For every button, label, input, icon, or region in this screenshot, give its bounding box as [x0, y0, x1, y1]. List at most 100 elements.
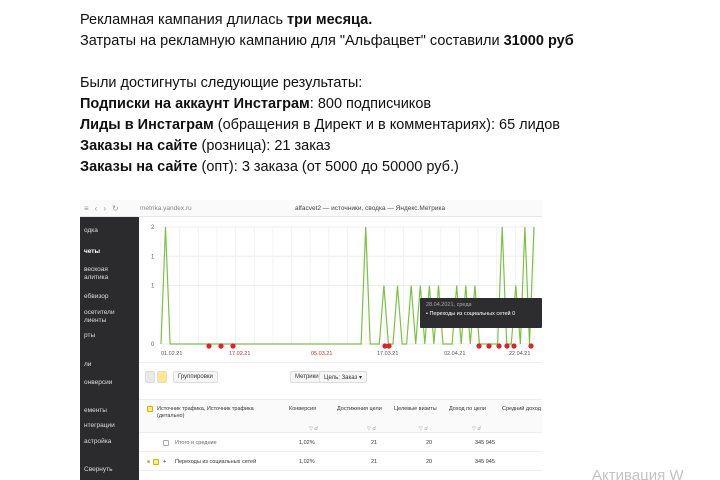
- goal-select[interactable]: Цель: Заказ ▾: [319, 371, 367, 383]
- bold-text: Лиды в Инстаграм: [80, 117, 214, 133]
- line-chart: 2 1 1 0 01.02.21 17.02.21 05.03.21 17.03.21 02.0…: [139, 217, 542, 362]
- event-marker: [218, 343, 224, 349]
- campaign-cost-line: Затраты на рекламную кампанию для "Альфа…: [80, 31, 680, 52]
- sidebar-item-visitors[interactable]: осетители: [84, 309, 115, 316]
- table-row-total: Итого и средние 1,02% 21 20 345 945: [139, 434, 542, 452]
- text: (опт): 3 заказа (от 5000 до 50000 руб.): [197, 159, 459, 175]
- browser-bar: ≡‹›↻ metrika.yandex.ru alfacvet2 — источ…: [80, 200, 542, 217]
- instagram-subscribers-line: Подписки на аккаунт Инстаграм: 800 подпи…: [80, 94, 680, 115]
- event-marker: [386, 343, 392, 349]
- text: : 800 подписчиков: [309, 96, 432, 112]
- col-goal-visits[interactable]: Целевые визиты: [394, 406, 439, 413]
- event-marker: [230, 343, 236, 349]
- cell-label: Итого и средние: [175, 440, 217, 446]
- col-goal-reaches[interactable]: Достижения цели: [337, 406, 382, 413]
- tooltip-date: 28.04.2021, среда: [426, 302, 472, 308]
- metrika-screenshot: ≡‹›↻ metrika.yandex.ru alfacvet2 — источ…: [80, 200, 542, 480]
- sidebar-item-conversions[interactable]: онверсии: [84, 379, 112, 386]
- row-checkbox[interactable]: [163, 440, 169, 446]
- row-checkbox[interactable]: [153, 459, 159, 465]
- document-text: Рекламная кампания длилась три месяца. З…: [80, 10, 680, 178]
- event-marker: [528, 343, 534, 349]
- retail-orders-line: Заказы на сайте (розница): 21 заказ: [80, 136, 680, 157]
- event-marker: [486, 343, 492, 349]
- y-tick-label: 1: [151, 254, 155, 260]
- y-tick-label: 1: [151, 284, 155, 290]
- x-tick-label: 17.02.21: [229, 351, 250, 357]
- bold-text: 31000 руб: [503, 33, 574, 49]
- sidebar-item-webvisor[interactable]: ебвизор: [84, 293, 109, 300]
- event-marker: [511, 343, 517, 349]
- x-tick-label: 05.03.21: [311, 351, 332, 357]
- x-tick-label: 22.04.21: [509, 351, 530, 357]
- event-marker: [504, 343, 510, 349]
- sidebar-item-segments[interactable]: ементы: [84, 407, 107, 414]
- groupings-button[interactable]: Группировки: [173, 371, 218, 383]
- page-title: alfacvet2 — источники, сводка — Яндекс.М…: [295, 205, 446, 212]
- report-table: Группировки Метрики Цель: Заказ ▾ Источн…: [139, 362, 542, 480]
- col-avg-income[interactable]: Средний доход: [502, 406, 542, 413]
- bold-text: Заказы на сайте: [80, 138, 198, 154]
- cell-reaches: 21: [371, 459, 378, 465]
- sidebar-item-settings[interactable]: астройка: [84, 438, 111, 445]
- bold-text: Заказы на сайте: [80, 159, 198, 175]
- instagram-leads-line: Лиды в Инстаграм (обращения в Директ и в…: [80, 115, 680, 136]
- x-tick-label: 17.03.21: [377, 351, 398, 357]
- wholesale-orders-line: Заказы на сайте (опт): 3 заказа (от 5000…: [80, 157, 680, 178]
- sidebar: одка четы вескоая алитика ебвизор осетит…: [80, 217, 139, 480]
- address-bar[interactable]: metrika.yandex.ru: [140, 205, 192, 212]
- sidebar-item-analytics-2: алитика: [84, 274, 109, 281]
- activation-watermark: Активация W: [592, 467, 684, 480]
- filter-icon[interactable]: ▽ ⅆ: [472, 426, 481, 432]
- y-tick-label: 2: [151, 225, 155, 231]
- col-goal-income[interactable]: Доход по цели: [449, 406, 489, 413]
- sidebar-item-clients: лиенты: [84, 317, 107, 324]
- tooltip-series: • Переходы из социальных сетей 0: [426, 311, 536, 317]
- expand-icon[interactable]: +: [163, 459, 166, 465]
- y-tick-label: 0: [151, 342, 155, 348]
- text: (розница): 21 заказ: [197, 138, 331, 154]
- cell-visits: 20: [426, 459, 433, 465]
- event-marker: [206, 343, 212, 349]
- campaign-duration-line: Рекламная кампания длилась три месяца.: [80, 10, 680, 31]
- x-tick-label: 02.04.21: [444, 351, 465, 357]
- chart-tooltip: 28.04.2021, среда • Переходы из социальн…: [420, 298, 542, 328]
- bold-text: три месяца.: [287, 12, 373, 28]
- col-source[interactable]: Источник трафика, Источник трафика (дета…: [157, 406, 272, 420]
- table-row[interactable]: ■ + Переходы из социальных сетей 1,02% 2…: [139, 453, 542, 471]
- cell-visits: 20: [426, 440, 433, 446]
- filter-icon[interactable]: ▽ ⅆ: [419, 426, 428, 432]
- sidebar-item-integrations[interactable]: нтеграции: [84, 422, 115, 429]
- chart-svg: 2 1 1 0 01.02.21 17.02.21 05.03.21 17.03.21 02.0…: [151, 225, 535, 357]
- table-view-icon[interactable]: [145, 371, 155, 383]
- table-header: Источник трафика, Источник трафика (дета…: [139, 399, 542, 433]
- text: Рекламная кампания длилась: [80, 12, 288, 28]
- col-conversion[interactable]: Конверсия: [289, 406, 334, 413]
- sidebar-collapse[interactable]: Свернуть: [84, 466, 113, 473]
- tooltip-value: 0: [512, 311, 516, 317]
- filter-icon[interactable]: ▽ ⅆ: [367, 426, 376, 432]
- browser-nav-icons: ≡‹›↻: [84, 204, 125, 213]
- sidebar-item-goals[interactable]: ли: [84, 361, 91, 368]
- results-heading: Были достигнуты следующие результаты:: [80, 75, 363, 91]
- sidebar-item-maps[interactable]: рты: [84, 332, 95, 339]
- cell-label[interactable]: Переходы из социальных сетей: [175, 459, 256, 465]
- cell-income: 345 945: [475, 440, 495, 446]
- cell-conversion: 1,02%: [299, 459, 315, 465]
- cell-reaches: 21: [371, 440, 378, 446]
- text: Затраты на рекламную кампанию для "Альфа…: [80, 33, 504, 49]
- cell-income: 345 945: [475, 459, 495, 465]
- tooltip-series-label: • Переходы из социальных сетей: [426, 311, 511, 317]
- text: (обращения в Директ и в комментариях): 6…: [213, 117, 560, 133]
- select-all-checkbox[interactable]: [147, 406, 153, 412]
- sidebar-item-summary[interactable]: одка: [84, 227, 98, 234]
- filter-icon[interactable]: ▽ ⅆ: [309, 426, 318, 432]
- bold-text: Подписки на аккаунт Инстаграм: [80, 96, 310, 112]
- sidebar-item-analytics[interactable]: вескоая: [84, 266, 108, 273]
- cell-conversion: 1,02%: [299, 440, 315, 446]
- chart-view-icon[interactable]: [157, 371, 167, 383]
- event-marker: [496, 343, 502, 349]
- row-color-marker: ■: [147, 459, 151, 465]
- x-tick-label: 01.02.21: [161, 351, 182, 357]
- sidebar-item-reports[interactable]: четы: [84, 248, 100, 255]
